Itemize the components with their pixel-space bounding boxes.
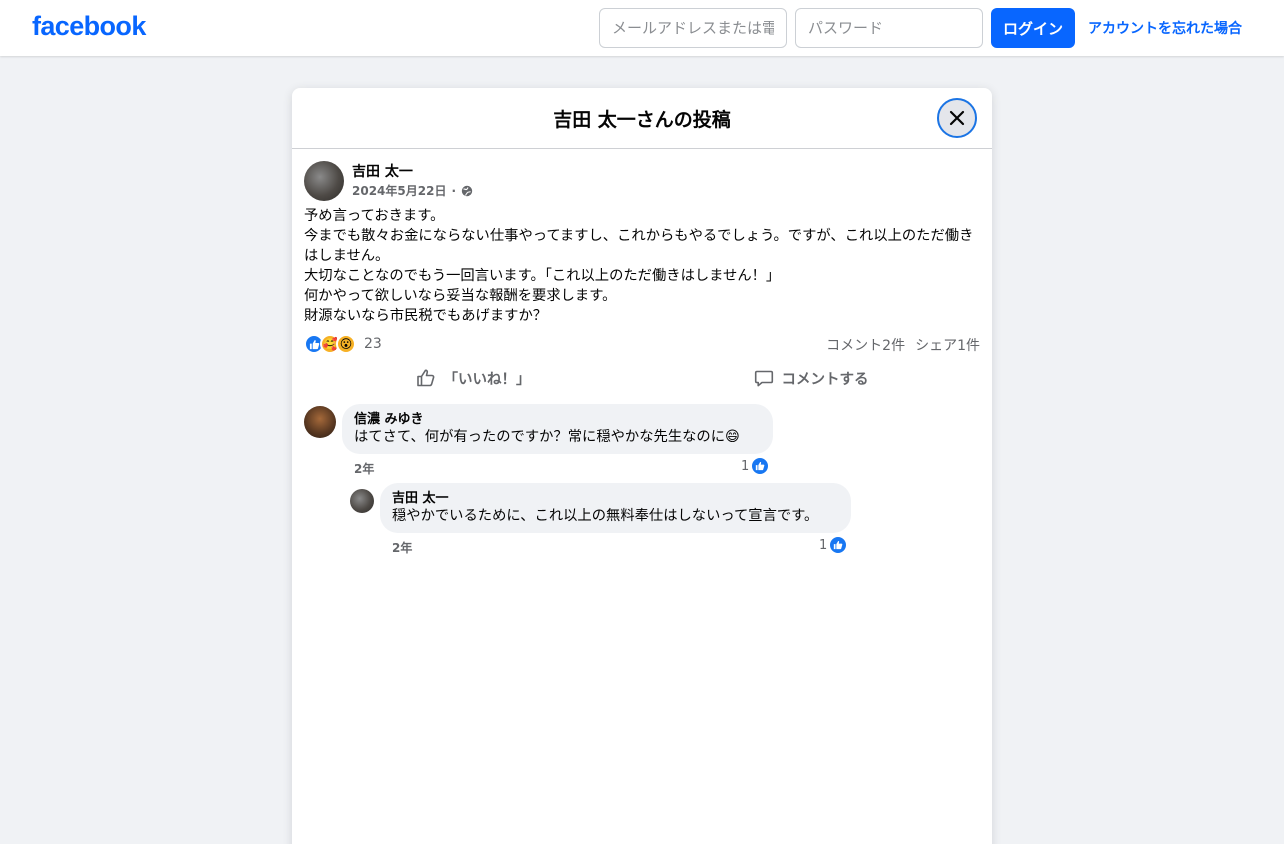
close-button[interactable] [937,98,977,138]
comments-count[interactable]: コメント2件 [826,335,905,355]
comment-likes[interactable]: 1 [741,457,770,475]
facebook-logo[interactable]: facebook [32,11,146,42]
meta-separator: · [451,183,457,198]
post-line: 予め言っておきます。 [304,208,445,224]
reaction-count: 23 [364,336,382,352]
post-date[interactable]: 2024年5月22日 [352,182,446,199]
reactions-summary[interactable]: 🥰 😮 23 [304,334,382,354]
email-input[interactable] [599,8,787,48]
post-dialog: 吉田 太一さんの投稿 吉田 太一 2024年5月22日 · 予め言っておきます。… [292,88,992,844]
reply-likes[interactable]: 1 [819,536,848,554]
forgot-account-link[interactable]: アカウントを忘れた場合 [1088,18,1242,38]
close-icon [949,110,965,126]
globe-icon [461,185,473,197]
reply-time[interactable]: 2年 [392,539,412,556]
password-input[interactable] [795,8,983,48]
wow-icon: 😮 [336,334,356,354]
comment-author[interactable]: 信濃 みゆき [354,412,761,428]
reply-like-count: 1 [819,537,828,553]
author-name[interactable]: 吉田 太一 [352,161,413,181]
author-avatar[interactable] [304,161,344,201]
like-button-label: 「いいね！」 [443,371,531,388]
comment-like-count: 1 [741,458,750,474]
post-line: 今までも散々お金にならない仕事やってますし、これからもやるでしょう。ですが、これ… [304,228,974,264]
reply-author-avatar[interactable] [350,489,374,513]
dialog-title: 吉田 太一さんの投稿 [553,109,731,131]
post-text: 予め言っておきます。 今までも散々お金にならない仕事やってますし、これからもやる… [304,206,984,326]
like-button[interactable]: 「いいね！」 [304,360,642,396]
shares-count[interactable]: シェア1件 [915,335,980,355]
post-line: 何かやって欲しいなら妥当な報酬を要求します。 [304,288,617,304]
dialog-header: 吉田 太一さんの投稿 [292,88,992,149]
comment-bubble: 信濃 みゆき はてさて、何が有ったのですか？常に穏やかな先生なのに😄 [342,404,773,454]
commenter-avatar[interactable] [304,406,336,438]
thumbs-up-icon [416,369,434,387]
like-icon [751,457,770,475]
reply-bubble: 吉田 太一 穏やかでいるために、これ以上の無料奉仕はしないって宣言です。 [380,483,851,533]
reply-author[interactable]: 吉田 太一 [392,491,839,507]
post-line: 大切なことなのでもう一回言います。「これ以上のただ働きはしません！」 [304,268,781,284]
like-icon [829,536,848,554]
comment-icon [754,370,773,387]
reply-text: 穏やかでいるために、これ以上の無料奉仕はしないって宣言です。 [392,508,819,524]
top-bar: facebook ログイン アカウントを忘れた場合 [0,0,1284,56]
comment-button[interactable]: コメントする [642,360,980,396]
login-button[interactable]: ログイン [991,8,1075,48]
post-meta: 2024年5月22日 · [352,182,473,199]
comment-time[interactable]: 2年 [354,460,374,477]
comment-button-label: コメントする [781,371,869,388]
post-actions: 「いいね！」 コメントする [304,360,980,396]
post-counts: コメント2件 シェア1件 [826,335,980,355]
post-line: 財源ないなら市民税でもあげますか？ [304,308,548,324]
comment-text: はてさて、何が有ったのですか？常に穏やかな先生なのに😄 [354,429,740,445]
